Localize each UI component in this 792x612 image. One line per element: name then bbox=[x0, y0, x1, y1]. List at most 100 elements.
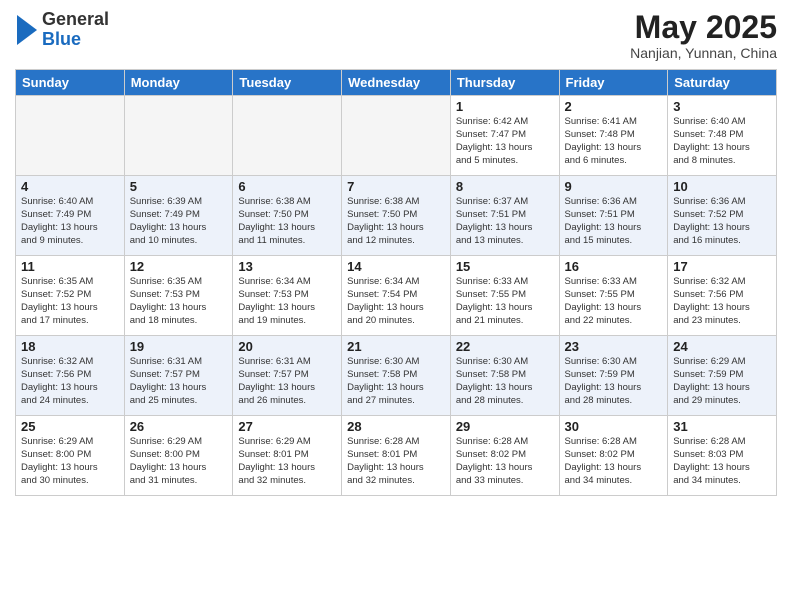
day-number: 16 bbox=[565, 259, 663, 274]
day-number: 9 bbox=[565, 179, 663, 194]
day-number: 7 bbox=[347, 179, 445, 194]
calendar-cell: 29 Sunrise: 6:28 AM Sunset: 8:02 PM Dayli… bbox=[450, 416, 559, 496]
calendar-cell: 17Sunrise: 6:32 AM Sunset: 7:56 PM Dayli… bbox=[668, 256, 777, 336]
day-info: Sunrise: 6:40 AM Sunset: 7:48 PM Dayligh… bbox=[673, 116, 771, 167]
calendar-cell: 26 Sunrise: 6:29 AM Sunset: 8:00 PM Dayli… bbox=[124, 416, 233, 496]
day-info: Sunrise: 6:29 AM Sunset: 8:01 PM Dayligh… bbox=[238, 436, 336, 487]
day-number: 15 bbox=[456, 259, 554, 274]
day-info: Sunrise: 6:28 AM Sunset: 8:02 PM Dayligh… bbox=[456, 436, 554, 487]
day-info: Sunrise: 6:37 AM Sunset: 7:51 PM Dayligh… bbox=[456, 196, 554, 247]
day-info: Sunrise: 6:29 AM Sunset: 8:00 PM Dayligh… bbox=[130, 436, 228, 487]
day-number: 22 bbox=[456, 339, 554, 354]
day-number: 5 bbox=[130, 179, 228, 194]
calendar-cell: 4 Sunrise: 6:40 AM Sunset: 7:49 PM Daylig… bbox=[16, 176, 125, 256]
month-year: May 2025 bbox=[630, 10, 777, 45]
day-number: 19 bbox=[130, 339, 228, 354]
calendar-cell bbox=[16, 96, 125, 176]
calendar-week-row: 18 Sunrise: 6:32 AM Sunset: 7:56 PM Dayli… bbox=[16, 336, 777, 416]
day-number: 11 bbox=[21, 259, 119, 274]
day-number: 25 bbox=[21, 419, 119, 434]
day-info: Sunrise: 6:35 AM Sunset: 7:52 PM Dayligh… bbox=[21, 276, 119, 327]
day-number: 21 bbox=[347, 339, 445, 354]
title-section: May 2025 Nanjian, Yunnan, China bbox=[630, 10, 777, 61]
logo-general: General bbox=[42, 10, 109, 30]
calendar-header-monday: Monday bbox=[124, 70, 233, 96]
day-number: 20 bbox=[238, 339, 336, 354]
day-info: Sunrise: 6:34 AM Sunset: 7:53 PM Dayligh… bbox=[238, 276, 336, 327]
day-info: Sunrise: 6:36 AM Sunset: 7:52 PM Dayligh… bbox=[673, 196, 771, 247]
day-number: 6 bbox=[238, 179, 336, 194]
day-number: 4 bbox=[21, 179, 119, 194]
day-info: Sunrise: 6:33 AM Sunset: 7:55 PM Dayligh… bbox=[565, 276, 663, 327]
logo-icon bbox=[17, 15, 37, 45]
calendar-header-thursday: Thursday bbox=[450, 70, 559, 96]
calendar-cell: 1 Sunrise: 6:42 AM Sunset: 7:47 PM Daylig… bbox=[450, 96, 559, 176]
day-number: 26 bbox=[130, 419, 228, 434]
calendar-header-wednesday: Wednesday bbox=[342, 70, 451, 96]
calendar-header-friday: Friday bbox=[559, 70, 668, 96]
logo: General Blue bbox=[15, 10, 109, 50]
day-number: 12 bbox=[130, 259, 228, 274]
calendar-cell: 24 Sunrise: 6:29 AM Sunset: 7:59 PM Dayli… bbox=[668, 336, 777, 416]
day-info: Sunrise: 6:28 AM Sunset: 8:02 PM Dayligh… bbox=[565, 436, 663, 487]
calendar-cell: 9Sunrise: 6:36 AM Sunset: 7:51 PM Daylig… bbox=[559, 176, 668, 256]
calendar-week-row: 25 Sunrise: 6:29 AM Sunset: 8:00 PM Dayli… bbox=[16, 416, 777, 496]
day-info: Sunrise: 6:29 AM Sunset: 7:59 PM Dayligh… bbox=[673, 356, 771, 407]
day-info: Sunrise: 6:28 AM Sunset: 8:01 PM Dayligh… bbox=[347, 436, 445, 487]
day-info: Sunrise: 6:40 AM Sunset: 7:49 PM Dayligh… bbox=[21, 196, 119, 247]
calendar-cell bbox=[233, 96, 342, 176]
day-number: 18 bbox=[21, 339, 119, 354]
day-info: Sunrise: 6:31 AM Sunset: 7:57 PM Dayligh… bbox=[238, 356, 336, 407]
day-info: Sunrise: 6:30 AM Sunset: 7:58 PM Dayligh… bbox=[456, 356, 554, 407]
day-number: 1 bbox=[456, 99, 554, 114]
calendar-cell: 31 Sunrise: 6:28 AM Sunset: 8:03 PM Dayli… bbox=[668, 416, 777, 496]
calendar-cell: 6 Sunrise: 6:38 AM Sunset: 7:50 PM Daylig… bbox=[233, 176, 342, 256]
calendar-header-row: SundayMondayTuesdayWednesdayThursdayFrid… bbox=[16, 70, 777, 96]
calendar-cell: 19 Sunrise: 6:31 AM Sunset: 7:57 PM Dayli… bbox=[124, 336, 233, 416]
calendar-cell: 3Sunrise: 6:40 AM Sunset: 7:48 PM Daylig… bbox=[668, 96, 777, 176]
day-number: 13 bbox=[238, 259, 336, 274]
day-number: 29 bbox=[456, 419, 554, 434]
day-info: Sunrise: 6:38 AM Sunset: 7:50 PM Dayligh… bbox=[347, 196, 445, 247]
calendar-cell: 11 Sunrise: 6:35 AM Sunset: 7:52 PM Dayli… bbox=[16, 256, 125, 336]
calendar-table: SundayMondayTuesdayWednesdayThursdayFrid… bbox=[15, 69, 777, 496]
day-info: Sunrise: 6:34 AM Sunset: 7:54 PM Dayligh… bbox=[347, 276, 445, 327]
calendar-cell bbox=[342, 96, 451, 176]
day-number: 24 bbox=[673, 339, 771, 354]
day-number: 2 bbox=[565, 99, 663, 114]
location: Nanjian, Yunnan, China bbox=[630, 45, 777, 61]
day-info: Sunrise: 6:35 AM Sunset: 7:53 PM Dayligh… bbox=[130, 276, 228, 327]
calendar-cell: 25 Sunrise: 6:29 AM Sunset: 8:00 PM Dayli… bbox=[16, 416, 125, 496]
day-number: 10 bbox=[673, 179, 771, 194]
day-info: Sunrise: 6:28 AM Sunset: 8:03 PM Dayligh… bbox=[673, 436, 771, 487]
calendar-cell: 18 Sunrise: 6:32 AM Sunset: 7:56 PM Dayli… bbox=[16, 336, 125, 416]
calendar-cell: 14 Sunrise: 6:34 AM Sunset: 7:54 PM Dayli… bbox=[342, 256, 451, 336]
day-number: 31 bbox=[673, 419, 771, 434]
day-number: 14 bbox=[347, 259, 445, 274]
day-number: 17 bbox=[673, 259, 771, 274]
calendar-week-row: 1 Sunrise: 6:42 AM Sunset: 7:47 PM Daylig… bbox=[16, 96, 777, 176]
day-info: Sunrise: 6:31 AM Sunset: 7:57 PM Dayligh… bbox=[130, 356, 228, 407]
calendar-cell: 23Sunrise: 6:30 AM Sunset: 7:59 PM Dayli… bbox=[559, 336, 668, 416]
day-number: 27 bbox=[238, 419, 336, 434]
calendar-cell: 16 Sunrise: 6:33 AM Sunset: 7:55 PM Dayli… bbox=[559, 256, 668, 336]
calendar-week-row: 11 Sunrise: 6:35 AM Sunset: 7:52 PM Dayli… bbox=[16, 256, 777, 336]
day-info: Sunrise: 6:38 AM Sunset: 7:50 PM Dayligh… bbox=[238, 196, 336, 247]
day-info: Sunrise: 6:29 AM Sunset: 8:00 PM Dayligh… bbox=[21, 436, 119, 487]
calendar-cell: 12 Sunrise: 6:35 AM Sunset: 7:53 PM Dayli… bbox=[124, 256, 233, 336]
calendar-cell: 15Sunrise: 6:33 AM Sunset: 7:55 PM Dayli… bbox=[450, 256, 559, 336]
calendar-header-saturday: Saturday bbox=[668, 70, 777, 96]
day-info: Sunrise: 6:32 AM Sunset: 7:56 PM Dayligh… bbox=[21, 356, 119, 407]
day-info: Sunrise: 6:30 AM Sunset: 7:58 PM Dayligh… bbox=[347, 356, 445, 407]
day-info: Sunrise: 6:42 AM Sunset: 7:47 PM Dayligh… bbox=[456, 116, 554, 167]
calendar-cell: 28 Sunrise: 6:28 AM Sunset: 8:01 PM Dayli… bbox=[342, 416, 451, 496]
calendar-header-sunday: Sunday bbox=[16, 70, 125, 96]
logo-text: General Blue bbox=[42, 10, 109, 50]
day-number: 28 bbox=[347, 419, 445, 434]
header: General Blue May 2025 Nanjian, Yunnan, C… bbox=[15, 10, 777, 61]
calendar-cell: 2Sunrise: 6:41 AM Sunset: 7:48 PM Daylig… bbox=[559, 96, 668, 176]
calendar-cell: 10 Sunrise: 6:36 AM Sunset: 7:52 PM Dayli… bbox=[668, 176, 777, 256]
calendar-cell: 22 Sunrise: 6:30 AM Sunset: 7:58 PM Dayli… bbox=[450, 336, 559, 416]
calendar-week-row: 4 Sunrise: 6:40 AM Sunset: 7:49 PM Daylig… bbox=[16, 176, 777, 256]
calendar-cell: 8Sunrise: 6:37 AM Sunset: 7:51 PM Daylig… bbox=[450, 176, 559, 256]
